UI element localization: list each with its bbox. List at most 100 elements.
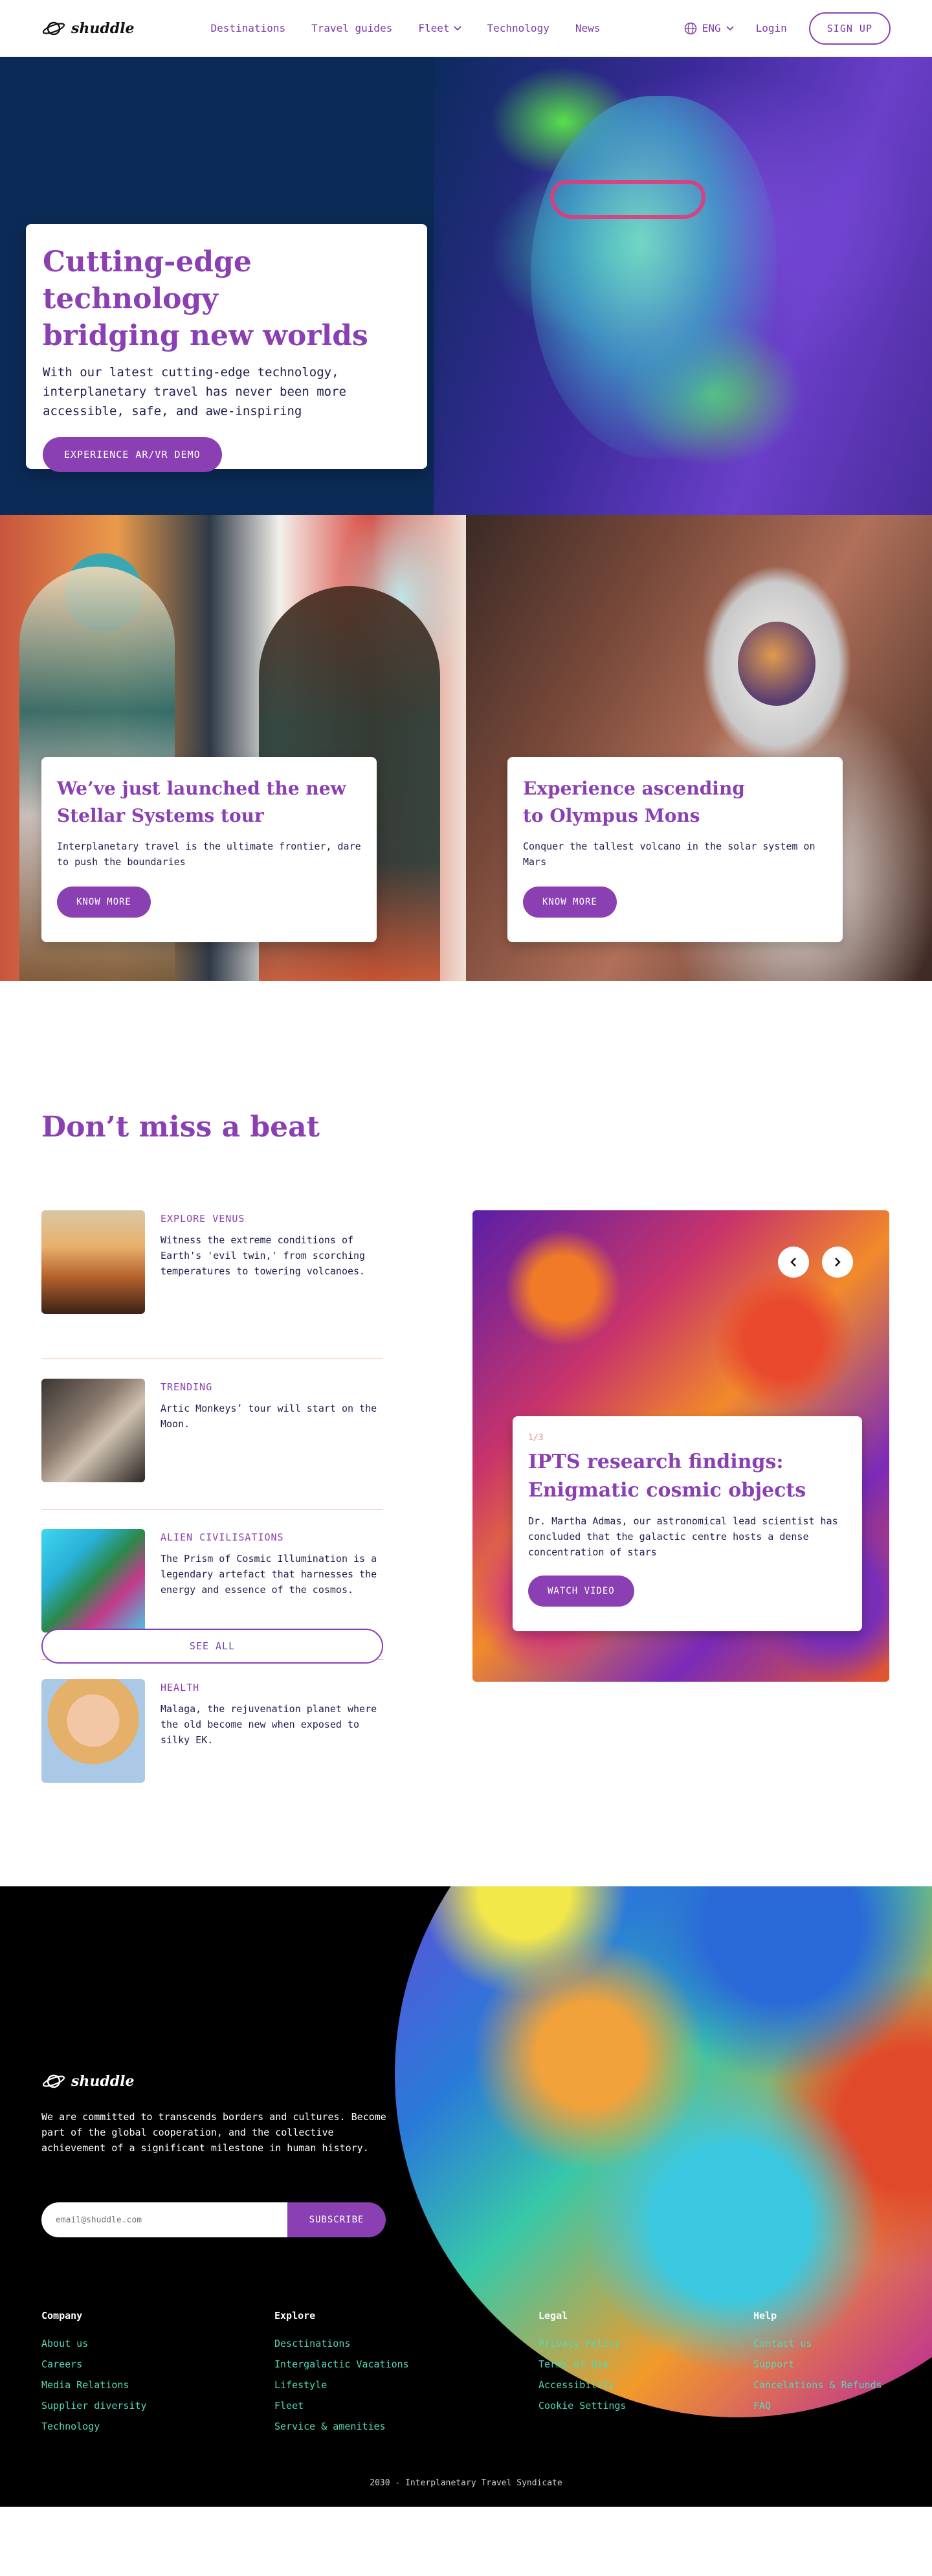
footer-link[interactable]: Careers [41,2354,147,2375]
promo-title-line-2: to Olympus Mons [523,805,700,826]
hero-title-line-1: Cutting-edge technology [43,245,252,316]
news-thumbnail [41,1379,145,1482]
login-link[interactable]: Login [756,22,787,34]
promo-tile-stellar: We’ve just launched the new Stellar Syst… [0,515,466,981]
news-item[interactable]: TRENDING Artic Monkeys’ tour will start … [41,1359,383,1509]
hero-title-line-2: bridging new worlds [43,319,368,353]
footer-columns: Company About us Careers Media Relations… [41,2310,891,2439]
news-category: ALIEN CIVILISATIONS [161,1531,284,1543]
footer-link[interactable]: Privacy Policy [538,2333,626,2354]
carousel-prev-button[interactable] [778,1247,809,1278]
news-heading: Don’t miss a beat [41,1111,320,1144]
planet-logo-icon [42,2074,65,2088]
promo-image-astronaut-visor [738,622,816,706]
brand-name: shuddle [71,19,135,37]
news-category: TRENDING [161,1381,213,1393]
footer-link[interactable]: Support [753,2354,882,2375]
footer-link[interactable]: Cookie Settings [538,2395,626,2416]
footer-about-text: We are committed to transcends borders a… [41,2111,386,2154]
globe-icon [684,22,696,34]
subscribe-button[interactable]: SUBSCRIBE [287,2202,386,2237]
footer-link[interactable]: Desctinations [274,2333,409,2354]
promo-section: We’ve just launched the new Stellar Syst… [0,515,932,981]
footer-column-title: Legal [538,2310,568,2322]
footer-column-help: Help Contact us Support Cancelations & R… [753,2310,882,2416]
nav-technology[interactable]: Technology [487,22,549,34]
chevron-down-icon [453,25,461,30]
feature-title: IPTS research findings: Enigmatic cosmic… [528,1448,847,1504]
promo-title: Experience ascending to Olympus Mons [523,775,827,830]
footer-link[interactable]: Lifestyle [274,2375,409,2395]
footer-link[interactable]: Media Relations [41,2375,147,2395]
nav-fleet[interactable]: Fleet [418,22,461,34]
hero-title: Cutting-edge technology bridging new wor… [43,243,410,355]
footer-link[interactable]: Intergalactic Vacations [274,2354,409,2375]
hero-body: With our latest cutting-edge technology,… [43,365,346,419]
nav-destinations[interactable]: Destinations [211,22,286,34]
footer-link[interactable]: Fleet [274,2395,409,2416]
top-nav: shuddle Destinations Travel guides Fleet… [0,0,932,57]
chevron-left-icon [790,1258,796,1267]
footer-link[interactable]: Contact us [753,2333,882,2354]
footer-link[interactable]: Cancelations & Refunds [753,2375,882,2395]
nav-actions: ENG Login SIGN UP [684,12,891,45]
promo-title-line-1: Experience ascending [523,778,745,799]
know-more-button[interactable]: KNOW MORE [57,887,151,918]
brand-logo[interactable]: shuddle [41,20,135,37]
nav-news[interactable]: News [575,22,601,34]
promo-body: Interplanetary travel is the ultimate fr… [57,841,361,868]
language-label: ENG [702,22,721,34]
copyright-text: 2030 - Interplanetary Travel Syndicate [370,2478,562,2488]
news-meta: TRENDING Artic Monkeys’ tour will start … [161,1379,383,1509]
footer-column-title: Explore [274,2310,316,2322]
news-meta: EXPLORE VENUS Witness the extreme condit… [161,1210,383,1359]
planet-logo-icon [42,21,65,35]
chevron-right-icon [835,1258,841,1267]
news-category: EXPLORE VENUS [161,1213,245,1225]
news-item[interactable]: HEALTH Malaga, the rejuvenation planet w… [41,1660,383,1810]
news-section: Don’t miss a beat EXPLORE VENUS Witness … [0,981,932,1886]
nav-fleet-label: Fleet [418,22,450,34]
promo-card: Experience ascending to Olympus Mons Con… [507,757,843,942]
footer-link[interactable]: Supplier diversity [41,2395,147,2416]
signup-button[interactable]: SIGN UP [808,12,891,45]
footer-link[interactable]: FAQ [753,2395,882,2416]
feature-title-line-1: IPTS research findings: [528,1451,784,1473]
feature-carousel: 1/3 IPTS research findings: Enigmatic co… [472,1210,889,1682]
news-text: Artic Monkeys’ tour will start on the Mo… [161,1403,377,1430]
footer-column-title: Company [41,2310,83,2322]
email-field[interactable] [41,2202,287,2237]
carousel-counter: 1/3 [528,1433,544,1443]
news-item[interactable]: EXPLORE VENUS Witness the extreme condit… [41,1210,383,1359]
news-category: HEALTH [161,1682,200,1693]
carousel-next-button[interactable] [822,1247,853,1278]
footer-link[interactable]: Service & amenities [274,2416,409,2437]
see-all-button[interactable]: SEE ALL [41,1629,383,1664]
footer-logo[interactable]: shuddle [41,2073,135,2090]
ar-vr-demo-button[interactable]: EXPERIENCE AR/VR DEMO [43,436,222,472]
hero-image-glasses [550,180,705,219]
news-meta: HEALTH Malaga, the rejuvenation planet w… [161,1679,383,1810]
footer-link[interactable]: Technology [41,2416,147,2437]
chevron-down-icon [726,25,734,30]
know-more-button[interactable]: KNOW MORE [523,887,617,918]
language-selector[interactable]: ENG [684,22,734,35]
feature-title-line-2: Enigmatic cosmic objects [528,1478,806,1502]
nav-travel-guides[interactable]: Travel guides [311,22,392,34]
news-thumbnail [41,1529,145,1633]
watch-video-button[interactable]: WATCH VIDEO [528,1576,634,1607]
footer-column-explore: Explore Desctinations Intergalactic Vaca… [274,2310,409,2437]
promo-title-line-2: Stellar Systems tour [57,805,264,826]
footer-link[interactable]: About us [41,2333,147,2354]
promo-title-line-1: We’ve just launched the new [57,778,346,799]
promo-card: We’ve just launched the new Stellar Syst… [41,757,377,942]
footer-column-title: Help [753,2310,777,2322]
footer-link[interactable]: Accessibility [538,2375,626,2395]
news-thumbnail [41,1210,145,1314]
feature-card: 1/3 IPTS research findings: Enigmatic co… [513,1416,862,1631]
news-thumbnail [41,1679,145,1783]
news-text: Witness the extreme conditions of Earth'… [161,1234,366,1277]
hero-card: Cutting-edge technology bridging new wor… [26,224,427,472]
newsletter-form: SUBSCRIBE [41,2202,386,2237]
footer-link[interactable]: Terms of Use [538,2354,626,2375]
